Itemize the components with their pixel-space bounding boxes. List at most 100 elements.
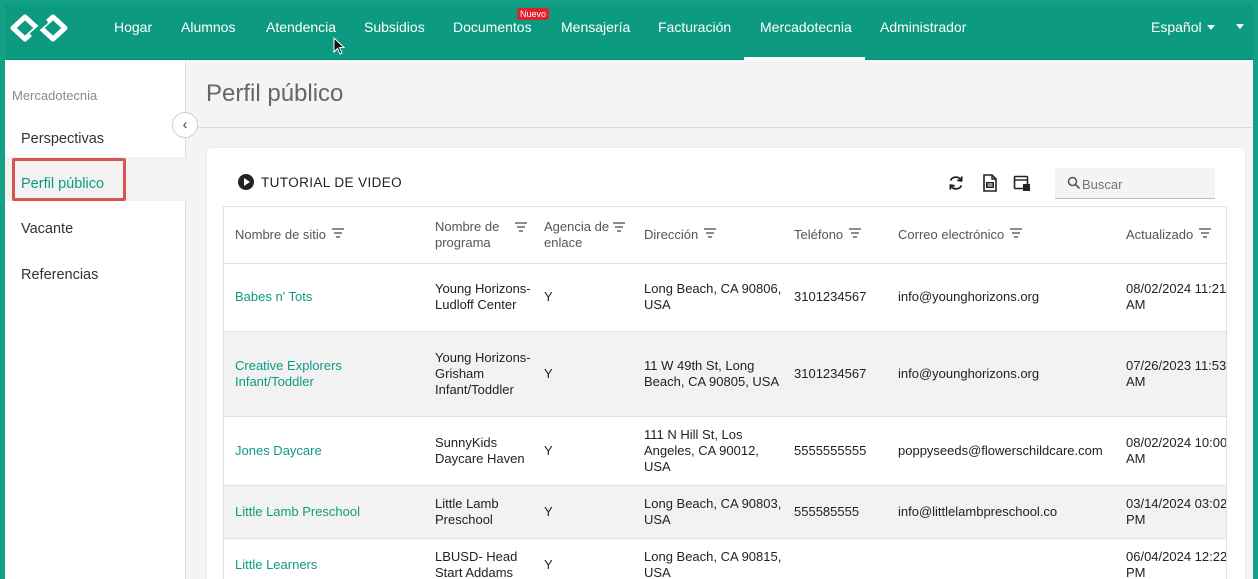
site-name-link[interactable]: Little Lamb Preschool xyxy=(224,485,424,539)
sidebar-title: Mercadotecnia xyxy=(12,88,98,103)
table-row[interactable]: Little Learners LBUSD- Head Start Addams… xyxy=(224,538,1226,579)
address: 111 N Hill St, Los Angeles, CA 90012, US… xyxy=(633,416,783,486)
table-row[interactable]: Little Lamb Preschool Little Lamb Presch… xyxy=(224,485,1226,539)
phone: 555585555 xyxy=(783,485,887,539)
refresh-icon[interactable] xyxy=(947,174,965,192)
program-name: Young Horizons- Ludloff Center xyxy=(424,263,533,332)
annotation-highlight-box xyxy=(12,158,126,201)
agency-value: Y xyxy=(533,263,633,332)
column-header-address[interactable]: Dirección xyxy=(633,207,783,264)
column-header-phone[interactable]: Teléfono xyxy=(783,207,887,264)
chevron-left-icon: ‹ xyxy=(182,116,188,132)
nav-item-mercadotecnia[interactable]: Mercadotecnia xyxy=(760,5,852,60)
nav-item-subsidios[interactable]: Subsidios xyxy=(364,5,425,60)
nav-item-alumnos[interactable]: Alumnos xyxy=(181,5,235,60)
address: Long Beach, CA 90806, USA xyxy=(633,263,783,332)
sites-table: Nombre de sitio Nombre de programa Agenc… xyxy=(223,206,1227,579)
updated-timestamp: 08/02/2024 10:00 AM xyxy=(1115,416,1226,486)
program-name: SunnyKids Daycare Haven xyxy=(424,416,533,486)
sidebar-item-perspectivas[interactable]: Perspectivas xyxy=(21,131,104,147)
email xyxy=(887,538,1115,579)
table-row[interactable]: Jones Daycare SunnyKids Daycare Haven Y … xyxy=(224,416,1226,486)
column-header-label: Teléfono xyxy=(794,226,844,242)
column-header-agency[interactable]: Agencia de enlace xyxy=(533,207,633,264)
phone: 3101234567 xyxy=(783,263,887,332)
agency-value: Y xyxy=(533,331,633,417)
column-header-site[interactable]: Nombre de sitio xyxy=(224,207,424,264)
column-header-email[interactable]: Correo electrónico xyxy=(887,207,1115,264)
agency-value: Y xyxy=(533,416,633,486)
collapse-sidebar-button[interactable]: ‹ xyxy=(172,112,198,138)
site-name-link[interactable]: Babes n' Tots xyxy=(224,263,424,332)
search-input[interactable] xyxy=(1082,174,1207,194)
address: Long Beach, CA 90803, USA xyxy=(633,485,783,539)
user-menu-chevron-icon[interactable] xyxy=(1236,24,1244,29)
filter-icon[interactable] xyxy=(1010,228,1023,238)
program-name: Young Horizons- Grisham Infant/Toddler xyxy=(424,331,533,417)
table-header-row: Nombre de sitio Nombre de programa Agenc… xyxy=(224,207,1226,264)
language-label: Español xyxy=(1151,19,1202,35)
filter-icon[interactable] xyxy=(1199,228,1212,238)
video-tutorial-label: TUTORIAL DE VIDEO xyxy=(261,175,403,190)
nav-item-mensajeria[interactable]: Mensajería xyxy=(561,5,630,60)
nav-item-administrador[interactable]: Administrador xyxy=(880,5,966,60)
address: 11 W 49th St, Long Beach, CA 90805, USA xyxy=(633,331,783,417)
email: info@younghorizons.org xyxy=(887,263,1115,332)
site-name-link[interactable]: Little Learners xyxy=(224,538,424,579)
export-csv-icon[interactable] xyxy=(981,174,999,192)
email: poppyseeds@flowerschildcare.com xyxy=(887,416,1115,486)
column-header-label: Nombre de programa xyxy=(435,218,500,250)
email: info@littlelambpreschool.co xyxy=(887,485,1115,539)
top-nav: Hogar Alumnos Atendencia Subsidios Docum… xyxy=(5,5,1253,60)
filter-icon[interactable] xyxy=(613,222,625,232)
table-row[interactable]: Babes n' Tots Young Horizons- Ludloff Ce… xyxy=(224,263,1226,332)
column-header-label: Dirección xyxy=(644,226,699,242)
chevron-down-icon xyxy=(1206,24,1215,30)
search-icon xyxy=(1067,176,1081,190)
table-row[interactable]: Creative Explorers Infant/Toddler Young … xyxy=(224,331,1226,417)
column-header-label: Nombre de sitio xyxy=(235,226,327,242)
sidebar-item-vacante[interactable]: Vacante xyxy=(21,221,73,237)
mouse-cursor-icon xyxy=(333,37,346,55)
column-header-label: Actualizado xyxy=(1126,226,1194,242)
site-name-link[interactable]: Jones Daycare xyxy=(224,416,424,486)
updated-timestamp: 03/14/2024 03:02 PM xyxy=(1115,485,1226,539)
video-tutorial-button[interactable]: TUTORIAL DE VIDEO xyxy=(238,174,402,190)
column-header-updated[interactable]: Actualizado xyxy=(1115,207,1226,264)
app-frame: Hogar Alumnos Atendencia Subsidios Docum… xyxy=(5,5,1253,579)
filter-icon[interactable] xyxy=(849,228,862,238)
program-name: LBUSD- Head Start Addams xyxy=(424,538,533,579)
phone: 5555555555 xyxy=(783,416,887,486)
new-badge: Nuevo xyxy=(517,8,550,20)
logo-icon[interactable] xyxy=(9,13,69,43)
updated-timestamp: 07/26/2023 11:53 AM xyxy=(1115,331,1226,417)
updated-timestamp: 06/04/2024 12:22 PM xyxy=(1115,538,1226,579)
nav-item-facturacion[interactable]: Facturación xyxy=(658,5,731,60)
column-header-label: Agencia de enlace xyxy=(544,218,610,250)
filter-icon[interactable] xyxy=(704,228,717,238)
column-header-label: Correo electrónico xyxy=(898,226,1005,242)
search-field[interactable] xyxy=(1055,168,1215,199)
agency-value: Y xyxy=(533,485,633,539)
page-header: Perfil público xyxy=(187,60,1253,128)
column-header-program[interactable]: Nombre de programa xyxy=(424,207,533,264)
sidebar-item-referencias[interactable]: Referencias xyxy=(21,267,98,283)
page-title: Perfil público xyxy=(206,80,344,107)
phone xyxy=(783,538,887,579)
content-card: TUTORIAL DE VIDEO Buscar Nombre de sitio… xyxy=(207,148,1245,579)
sidebar: Mercadotecnia Perspectivas Perfil públic… xyxy=(5,60,186,579)
filter-icon[interactable] xyxy=(332,228,345,238)
nav-item-hogar[interactable]: Hogar xyxy=(114,5,152,60)
language-selector[interactable]: Español xyxy=(1151,5,1215,49)
phone: 3101234567 xyxy=(783,331,887,417)
agency-value: Y xyxy=(533,538,633,579)
updated-timestamp: 08/02/2024 11:21 AM xyxy=(1115,263,1226,332)
site-name-link[interactable]: Creative Explorers Infant/Toddler xyxy=(224,331,424,417)
filter-icon[interactable] xyxy=(515,222,527,232)
play-circle-icon xyxy=(238,174,254,190)
program-name: Little Lamb Preschool xyxy=(424,485,533,539)
address: Long Beach, CA 90815, USA xyxy=(633,538,783,579)
nav-item-atendencia[interactable]: Atendencia xyxy=(266,5,336,60)
columns-settings-icon[interactable] xyxy=(1013,174,1031,192)
email: info@younghorizons.org xyxy=(887,331,1115,417)
